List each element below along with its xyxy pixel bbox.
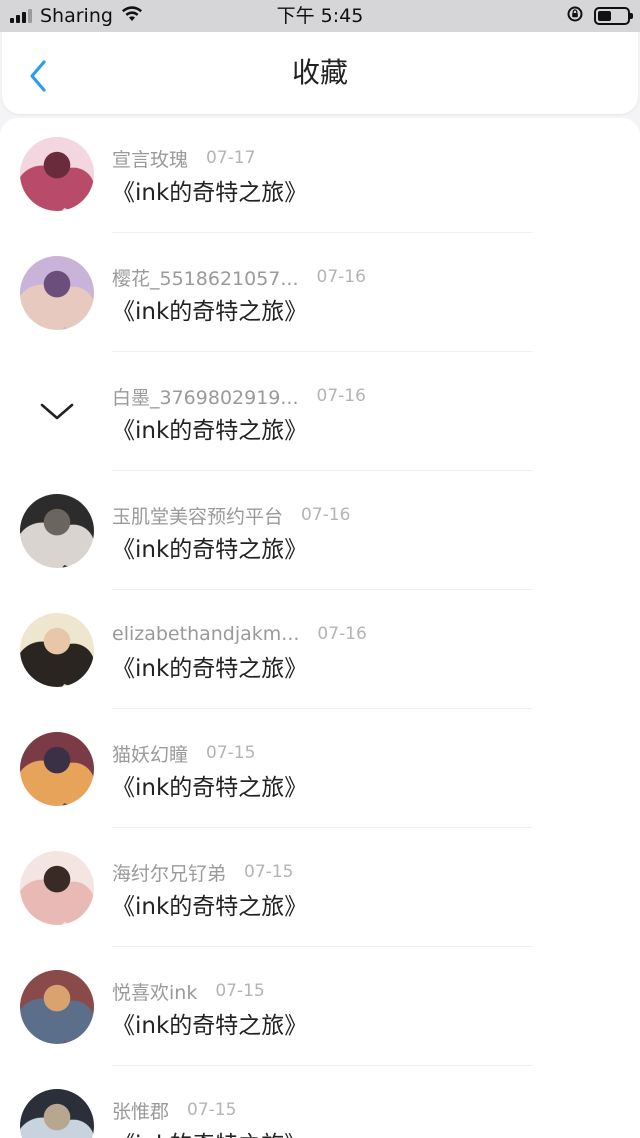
item-meta: 海纣尔兄钌弟 07-15 — [112, 859, 293, 885]
item-meta: 玉肌堂美容预约平台 07-16 — [112, 502, 350, 528]
post-title[interactable]: 《ink的奇特之旅》 — [112, 768, 307, 802]
post-title[interactable]: 《ink的奇特之旅》 — [112, 173, 307, 207]
avatar[interactable] — [20, 256, 94, 330]
divider — [112, 827, 532, 828]
avatar[interactable] — [20, 1089, 94, 1138]
list-item[interactable]: 海纣尔兄钌弟 07-15 《ink的奇特之旅》 — [0, 832, 640, 951]
status-right — [566, 0, 633, 32]
divider — [112, 1065, 532, 1066]
post-title[interactable]: 《ink的奇特之旅》 — [112, 530, 307, 564]
username[interactable]: 海纣尔兄钌弟 — [112, 859, 226, 886]
avatar[interactable] — [20, 494, 94, 568]
username[interactable]: 悦喜欢ink — [112, 978, 197, 1005]
nav-bar: 收藏 — [2, 32, 638, 114]
divider — [112, 589, 532, 590]
page-title: 收藏 — [291, 56, 348, 89]
item-meta: 樱花_5518621057... 07-16 — [112, 264, 366, 290]
avatar[interactable] — [20, 137, 94, 211]
status-bar: Sharing 下午 5:45 — [0, 0, 640, 32]
item-meta: 悦喜欢ink 07-15 — [112, 978, 265, 1004]
date-label: 07-16 — [316, 267, 366, 287]
post-title[interactable]: 《ink的奇特之旅》 — [112, 649, 307, 683]
date-label: 07-15 — [206, 743, 256, 763]
username[interactable]: 宣言玫瑰 — [112, 145, 188, 172]
date-label: 07-16 — [317, 624, 367, 644]
date-label: 07-15 — [244, 862, 294, 882]
item-meta: 白墨_3769802919... 07-16 — [112, 383, 366, 409]
battery-icon — [594, 7, 633, 25]
post-title[interactable]: 《ink的奇特之旅》 — [112, 1125, 307, 1138]
divider — [112, 946, 532, 947]
divider — [112, 470, 532, 471]
post-title[interactable]: 《ink的奇特之旅》 — [112, 1006, 307, 1040]
post-title[interactable]: 《ink的奇特之旅》 — [112, 292, 307, 326]
username[interactable]: 白墨_3769802919... — [112, 383, 299, 410]
post-title[interactable]: 《ink的奇特之旅》 — [112, 411, 307, 445]
item-meta: 猫妖幻瞳 07-15 — [112, 740, 255, 766]
username[interactable]: 樱花_5518621057... — [112, 264, 299, 291]
date-label: 07-15 — [187, 1100, 237, 1120]
list-item[interactable]: 宣言玫瑰 07-17 《ink的奇特之旅》 — [0, 118, 640, 237]
username[interactable]: elizabethandjakm... — [112, 623, 299, 645]
post-title[interactable]: 《ink的奇特之旅》 — [112, 887, 307, 921]
avatar[interactable] — [20, 851, 94, 925]
divider — [112, 708, 532, 709]
rotation-lock-icon — [566, 5, 584, 28]
username[interactable]: 玉肌堂美容预约平台 — [112, 502, 283, 529]
username[interactable]: 猫妖幻瞳 — [112, 740, 188, 767]
username[interactable]: 张惟郡 — [112, 1097, 169, 1124]
item-meta: 宣言玫瑰 07-17 — [112, 145, 255, 171]
avatar[interactable] — [20, 970, 94, 1044]
avatar[interactable] — [20, 613, 94, 687]
list-item[interactable]: 猫妖幻瞳 07-15 《ink的奇特之旅》 — [0, 713, 640, 832]
item-meta: elizabethandjakm... 07-16 — [112, 621, 367, 647]
chevron-down-icon — [20, 375, 94, 449]
date-label: 07-17 — [206, 148, 256, 168]
status-time: 下午 5:45 — [276, 5, 364, 27]
list-item[interactable]: 玉肌堂美容预约平台 07-16 《ink的奇特之旅》 — [0, 475, 640, 594]
favorites-list: 宣言玫瑰 07-17 《ink的奇特之旅》 樱花_5518621057... 07-16… — [0, 118, 640, 1138]
item-meta: 张惟郡 07-15 — [112, 1097, 236, 1123]
avatar[interactable] — [20, 732, 94, 806]
date-label: 07-16 — [316, 386, 366, 406]
date-label: 07-15 — [215, 981, 265, 1001]
list-item[interactable]: 张惟郡 07-15 《ink的奇特之旅》 — [0, 1070, 640, 1138]
list-item[interactable]: 白墨_3769802919... 07-16 《ink的奇特之旅》 — [0, 356, 640, 475]
list-item[interactable]: 悦喜欢ink 07-15 《ink的奇特之旅》 — [0, 951, 640, 1070]
list-item[interactable]: 樱花_5518621057... 07-16 《ink的奇特之旅》 — [0, 237, 640, 356]
divider — [112, 232, 532, 233]
list-item[interactable]: elizabethandjakm... 07-16 《ink的奇特之旅》 — [0, 594, 640, 713]
date-label: 07-16 — [301, 505, 351, 525]
divider — [112, 351, 532, 352]
